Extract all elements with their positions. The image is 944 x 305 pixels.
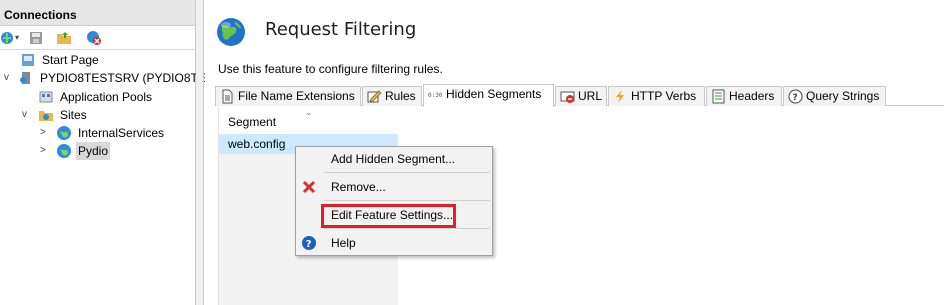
page-description: Use this feature to configure filtering … [218,62,443,76]
tree-label: Sites [60,108,87,122]
help-icon: ? [302,236,316,250]
tab-headers[interactable]: Headers [706,86,782,106]
tab-query-strings[interactable]: ? Query Strings [783,86,886,106]
sites-folder-icon [39,111,53,121]
svg-text:?: ? [793,93,798,103]
website-globe-icon [57,144,71,158]
save-icon[interactable] [28,30,44,46]
website-globe-icon [57,126,71,140]
svg-text:?: ? [306,239,312,250]
lightning-icon [616,90,624,103]
remove-x-icon [302,180,316,194]
tree-label: Pydio [76,142,111,160]
menu-item-add-hidden-segment[interactable]: Add Hidden Segment... [296,148,492,170]
chevron-down-icon[interactable]: v [22,106,27,124]
chevron-right-icon[interactable]: > [40,124,46,142]
connections-toolbar: ▾ [0,26,195,50]
menu-item-edit-feature-settings[interactable]: Edit Feature Settings... [296,204,492,226]
connect-icon[interactable] [0,30,16,46]
tree-label: InternalServices [78,126,165,140]
request-filtering-globe-icon [217,18,245,46]
disconnect-icon[interactable] [86,30,102,46]
tab-url[interactable]: URL [555,86,607,106]
page-title: Request Filtering [265,19,417,40]
connections-header: Connections [0,0,195,26]
menu-separator [324,200,490,201]
menu-separator [324,172,490,173]
context-menu: Add Hidden Segment... Remove... Edit Fea… [295,146,493,256]
sort-chevron-icon: ⌄ [305,107,313,117]
tab-file-name-extensions[interactable]: File Name Extensions [215,86,361,106]
column-header-segment[interactable]: Segment ⌄ [219,107,398,133]
chevron-down-icon[interactable]: v [4,69,9,87]
hidden-segments-icon: 0:30 [428,92,443,99]
start-page-icon [22,54,34,66]
connections-pane: Connections ▾ Start Page v PYDIO8TESTSRV… [0,0,221,305]
tree-label: Start Page [42,53,99,67]
tab-hidden-segments[interactable]: 0:30 Hidden Segments [423,84,554,107]
tree-label: Application Pools [60,90,153,104]
tab-http-verbs[interactable]: HTTP Verbs [608,86,705,106]
file-icon [222,89,233,104]
menu-separator [324,228,490,229]
menu-item-help[interactable]: ? Help [296,232,492,254]
svg-text:0:30: 0:30 [428,92,443,99]
chevron-down-icon[interactable]: ▾ [15,33,19,42]
chevron-right-icon[interactable]: > [40,142,46,160]
rules-icon [367,90,382,103]
pane-splitter[interactable] [196,0,204,305]
server-icon [20,72,30,84]
url-blocked-icon [560,91,575,103]
question-circle-icon: ? [788,89,803,104]
application-pools-icon [39,91,53,103]
headers-icon [712,89,725,104]
feature-tabs: File Name Extensions Rules 0:30 Hidden S… [215,84,944,107]
menu-item-remove[interactable]: Remove... [296,176,492,198]
tab-rules[interactable]: Rules [362,86,422,106]
folder-up-icon[interactable] [56,30,72,46]
